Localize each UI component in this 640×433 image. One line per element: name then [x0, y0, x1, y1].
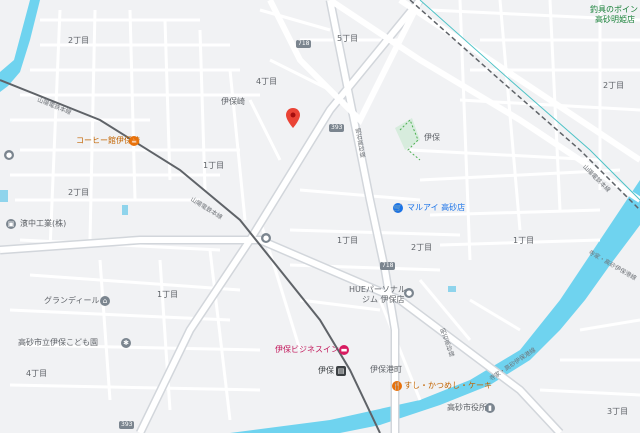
- pond-mid: [448, 286, 456, 292]
- station-label[interactable]: 伊保: [318, 367, 334, 375]
- poi-sushi-label[interactable]: すし・かつめし・ケーキ: [404, 382, 492, 390]
- poi-kodomoen-label[interactable]: 高砂市立伊保こども園: [18, 339, 98, 347]
- area-label: 4丁目: [26, 369, 48, 378]
- place-icon[interactable]: ●: [261, 233, 271, 243]
- restaurant-icon[interactable]: 🍴: [392, 381, 402, 391]
- map-viewport[interactable]: 2丁目 5丁目 4丁目 伊保崎 1丁目 2丁目 伊保 2丁目 1丁目 2丁目 1…: [0, 0, 640, 433]
- route-shield: 393: [329, 124, 345, 132]
- area-label: 1丁目: [203, 161, 225, 170]
- area-label: 1丁目: [157, 290, 179, 299]
- area-label: 1丁目: [513, 236, 535, 245]
- poi-hasanaka-label[interactable]: 濱中工業(株): [20, 220, 66, 228]
- poi-hue-gym-label-2[interactable]: ジム 伊保店: [362, 296, 405, 304]
- area-label: 2丁目: [411, 243, 433, 252]
- area-label: 2丁目: [68, 188, 90, 197]
- poi-business-inn-label[interactable]: 伊保ビジネスイン: [275, 346, 339, 354]
- park-small: [395, 118, 420, 150]
- area-label: 1丁目: [337, 236, 359, 245]
- area-label: 伊保崎: [221, 97, 245, 106]
- area-label: 5丁目: [337, 34, 359, 43]
- pond-left: [0, 190, 8, 202]
- poi-marui-label[interactable]: マルアイ 高砂店: [407, 204, 465, 212]
- route-shield: 718: [380, 262, 396, 270]
- school-icon[interactable]: ✱: [121, 338, 131, 348]
- minor-streets: [9, 0, 640, 421]
- gym-icon[interactable]: ●: [404, 288, 414, 298]
- government-icon[interactable]: ▮: [485, 403, 495, 413]
- poi-hue-gym-label-1[interactable]: HUEパーソナル: [349, 286, 406, 294]
- area-label: 3丁目: [607, 407, 629, 416]
- poi-city-office-label[interactable]: 高砂市役所: [447, 404, 487, 412]
- area-label: 4丁目: [256, 77, 278, 86]
- area-label: 2丁目: [603, 81, 625, 90]
- location-pin-icon[interactable]: [286, 108, 300, 128]
- train-station-icon[interactable]: ▤: [336, 366, 346, 376]
- poi-grandir-label[interactable]: グランディール: [44, 297, 99, 305]
- shopping-cart-icon[interactable]: 🛒: [393, 203, 403, 213]
- route-shield: 393: [119, 421, 135, 429]
- pond: [122, 205, 128, 215]
- area-label: 2丁目: [68, 36, 90, 45]
- river-topleft: [0, 0, 40, 92]
- hotel-icon[interactable]: ▬: [339, 345, 349, 355]
- poi-topright-label-2[interactable]: 高砂明姫店: [595, 16, 635, 24]
- building-icon[interactable]: ▣: [6, 219, 16, 229]
- route-shield: 718: [296, 40, 312, 48]
- river-main: [230, 180, 640, 433]
- poi-topright-label-1[interactable]: 釣具のポイント: [590, 6, 640, 14]
- railway-sanyo: [0, 79, 381, 433]
- area-label: 伊保: [424, 133, 440, 142]
- place-icon[interactable]: ●: [4, 150, 14, 160]
- coffee-icon[interactable]: ☕: [129, 136, 139, 146]
- area-label: 伊保港町: [370, 365, 402, 374]
- home-icon[interactable]: ⌂: [100, 296, 110, 306]
